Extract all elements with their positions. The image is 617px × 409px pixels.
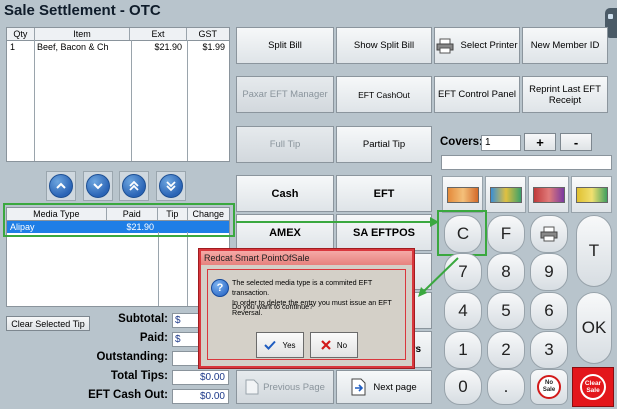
check-icon xyxy=(264,340,277,350)
dialog-body: ? The selected media type is a commited … xyxy=(207,269,406,360)
dialog-question: Do you want to continue? xyxy=(232,302,314,311)
close-icon xyxy=(321,340,331,350)
yes-button[interactable]: Yes xyxy=(256,332,304,358)
dialog-title: Redcat Smart PointOfSale xyxy=(201,251,412,265)
confirm-dialog[interactable]: Redcat Smart PointOfSale ? The selected … xyxy=(199,249,414,368)
no-button[interactable]: No xyxy=(310,332,358,358)
dialog-message: The selected media type is a commited EF… xyxy=(232,278,401,318)
no-label: No xyxy=(336,340,348,350)
yes-label: Yes xyxy=(282,340,296,350)
dialog-message-line-1: The selected media type is a commited EF… xyxy=(232,278,373,297)
question-icon: ? xyxy=(211,279,229,297)
